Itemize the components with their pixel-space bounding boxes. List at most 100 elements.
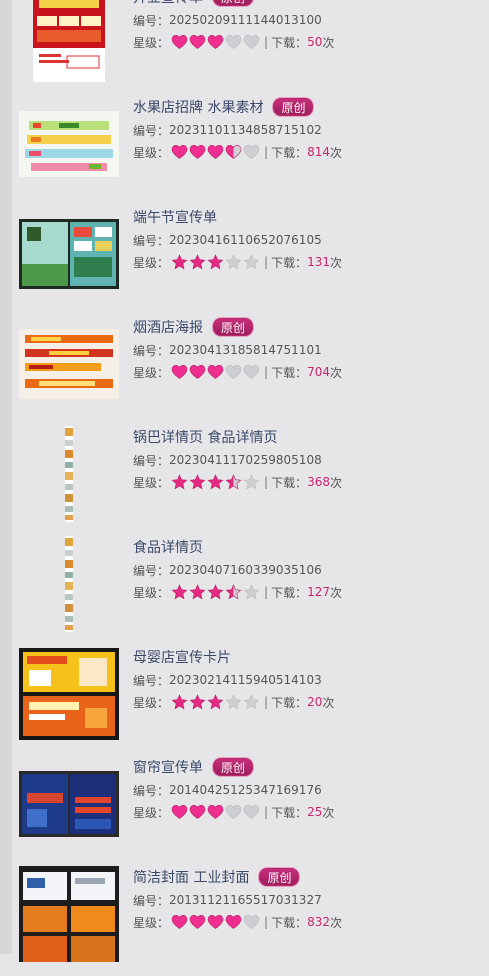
rating-label: 星级： [133,255,170,270]
star-icon [207,254,224,270]
star-icon [189,694,206,710]
rating-icons [171,694,261,710]
title-row: 母婴店宣传卡片 [133,646,334,668]
item-title-link[interactable]: 食品详情页 [133,537,203,557]
title-row: 窗帘宣传单 原创 [133,756,334,778]
times-suffix: 次 [329,585,342,600]
heart-icon [171,804,188,819]
heart-icon [225,804,242,819]
item-title-link[interactable]: 简洁封面 工业封面 [133,867,249,887]
code-row: 编号： 20230413185814751101 [133,340,342,360]
star-icon [225,254,242,270]
code-row: 编号： 20230411170259805108 [133,450,342,470]
heart-icon [207,914,224,929]
rating-label: 星级： [133,915,170,930]
item-info: 开业宣传单 原创编号：20250209111144013100 星级： |下载：50次 [133,0,334,54]
code-row: 编号： 20131121165517031327 [133,890,342,910]
download-label: 下载： [271,145,308,160]
item-title-link[interactable]: 窗帘宣传单 [133,757,203,777]
heart-icon [225,34,242,49]
rating-icons [171,584,261,600]
code-label: 编号： [133,453,170,468]
rating-icons [171,364,261,380]
original-badge: 原创 [212,317,255,337]
separator: | [264,35,269,49]
download-label: 下载： [271,805,308,820]
thumbnail-long-detail-page[interactable] [19,426,119,522]
star-icon [207,584,224,600]
rating-row: 星级： | 下载： 131 次 [133,250,342,274]
times-suffix: 次 [329,255,342,270]
heart-icon [243,34,260,49]
star-icon [207,474,224,490]
heart-icon [189,144,206,159]
thumbnail-curtain-flyer[interactable] [19,756,119,852]
download-label: 下载： [271,695,308,710]
star-icon [243,254,260,270]
original-badge: 原创 [272,97,315,117]
code-row: 编号： 20231101134858715102 [133,120,342,140]
thumbnail-baby-store-card[interactable] [19,646,119,742]
code-value: 20231101134858715102 [169,123,322,137]
item-info: 端午节宣传单 编号： 20230416110652076105 星级： | 下载： 131 次 [133,206,342,274]
title-row: 水果店招牌 水果素材 原创 [133,96,342,118]
original-badge: 原创 [258,867,301,887]
code-label: 编号： [133,893,170,908]
item-info: 锅巴详情页 食品详情页 编号： 20230411170259805108 星级： | 下载… [133,426,342,494]
thumbnail-fruit-signboard[interactable] [19,96,119,192]
list-item: 简洁封面 工业封面 原创 编号： 20131121165517031327 星级： | 下载… [0,866,489,976]
star-icon [171,474,188,490]
list-item: 水果店招牌 水果素材 原创 编号： 20231101134858715102 星级： | 下… [0,96,489,206]
item-info: 水果店招牌 水果素材 原创 编号： 20231101134858715102 星级： | 下… [133,96,342,164]
rating-row: 星级： | 下载： 814 次 [133,140,342,164]
original-badge: 原创 [212,0,255,7]
thumbnail-long-detail-page[interactable] [19,536,119,632]
download-count: 832 [307,915,330,929]
item-info: 窗帘宣传单 原创 编号： 20140425125347169176 星级： | 下载： 25 次 [133,756,334,824]
rating-row: 星级： | 下载： 25 次 [133,800,334,824]
code-value: 20230416110652076105 [169,233,322,247]
star-icon [243,584,260,600]
star-icon [171,254,188,270]
code-label: 编号： [133,13,170,28]
code-row: 编号： 20250209111144013100 [133,10,334,30]
download-count: 50 [307,35,323,49]
heart-icon [171,364,188,379]
separator: | [264,805,269,819]
star-icon [189,584,206,600]
star-icon [171,694,188,710]
item-title-link[interactable]: 水果店招牌 水果素材 [133,97,263,117]
code-row: 编号： 20230407160339035106 [133,560,342,580]
heart-icon [171,144,188,159]
item-title-link[interactable]: 锅巴详情页 食品详情页 [133,427,277,447]
code-row: 编号： 20140425125347169176 [133,780,334,800]
code-value: 20230407160339035106 [169,563,322,577]
download-label: 下载： [271,365,308,380]
thumbnail-tobacco-banner[interactable] [19,316,119,412]
separator: | [264,915,269,929]
rating-row: 星级： | 下载： 832 次 [133,910,342,934]
code-value: 20230214115940514103 [169,673,322,687]
rating-label: 星级： [133,805,170,820]
heart-icon [189,914,206,929]
times-suffix: 次 [329,475,342,490]
item-title-link[interactable]: 开业宣传单 [133,0,203,7]
item-title-link[interactable]: 母婴店宣传卡片 [133,647,231,667]
list-item: 端午节宣传单 编号： 20230416110652076105 星级： | 下载： 131 次 [0,206,489,316]
download-label: 下载： [271,255,308,270]
thumbnail-dragon-boat-flyer[interactable] [19,206,119,302]
list-item: 锅巴详情页 食品详情页 编号： 20230411170259805108 星级： | 下载… [0,426,489,536]
item-title-link[interactable]: 烟酒店海报 [133,317,203,337]
code-label: 编号： [133,123,170,138]
list-item: 窗帘宣传单 原创 编号： 20140425125347169176 星级： | 下载： 25 次 [0,756,489,866]
title-row: 烟酒店海报 原创 [133,316,342,338]
thumbnail-opening-flyer[interactable] [19,0,119,82]
code-value: 20250209111144013100 [169,13,322,27]
star-icon [243,694,260,710]
heart-icon [225,364,242,379]
title-row: 简洁封面 工业封面 原创 [133,866,342,888]
item-title-link[interactable]: 端午节宣传单 [133,207,217,227]
item-info: 食品详情页 编号： 20230407160339035106 星级： | 下载： 127 次 [133,536,342,604]
rating-label: 星级： [133,695,170,710]
thumbnail-industrial-cover[interactable] [19,866,119,962]
